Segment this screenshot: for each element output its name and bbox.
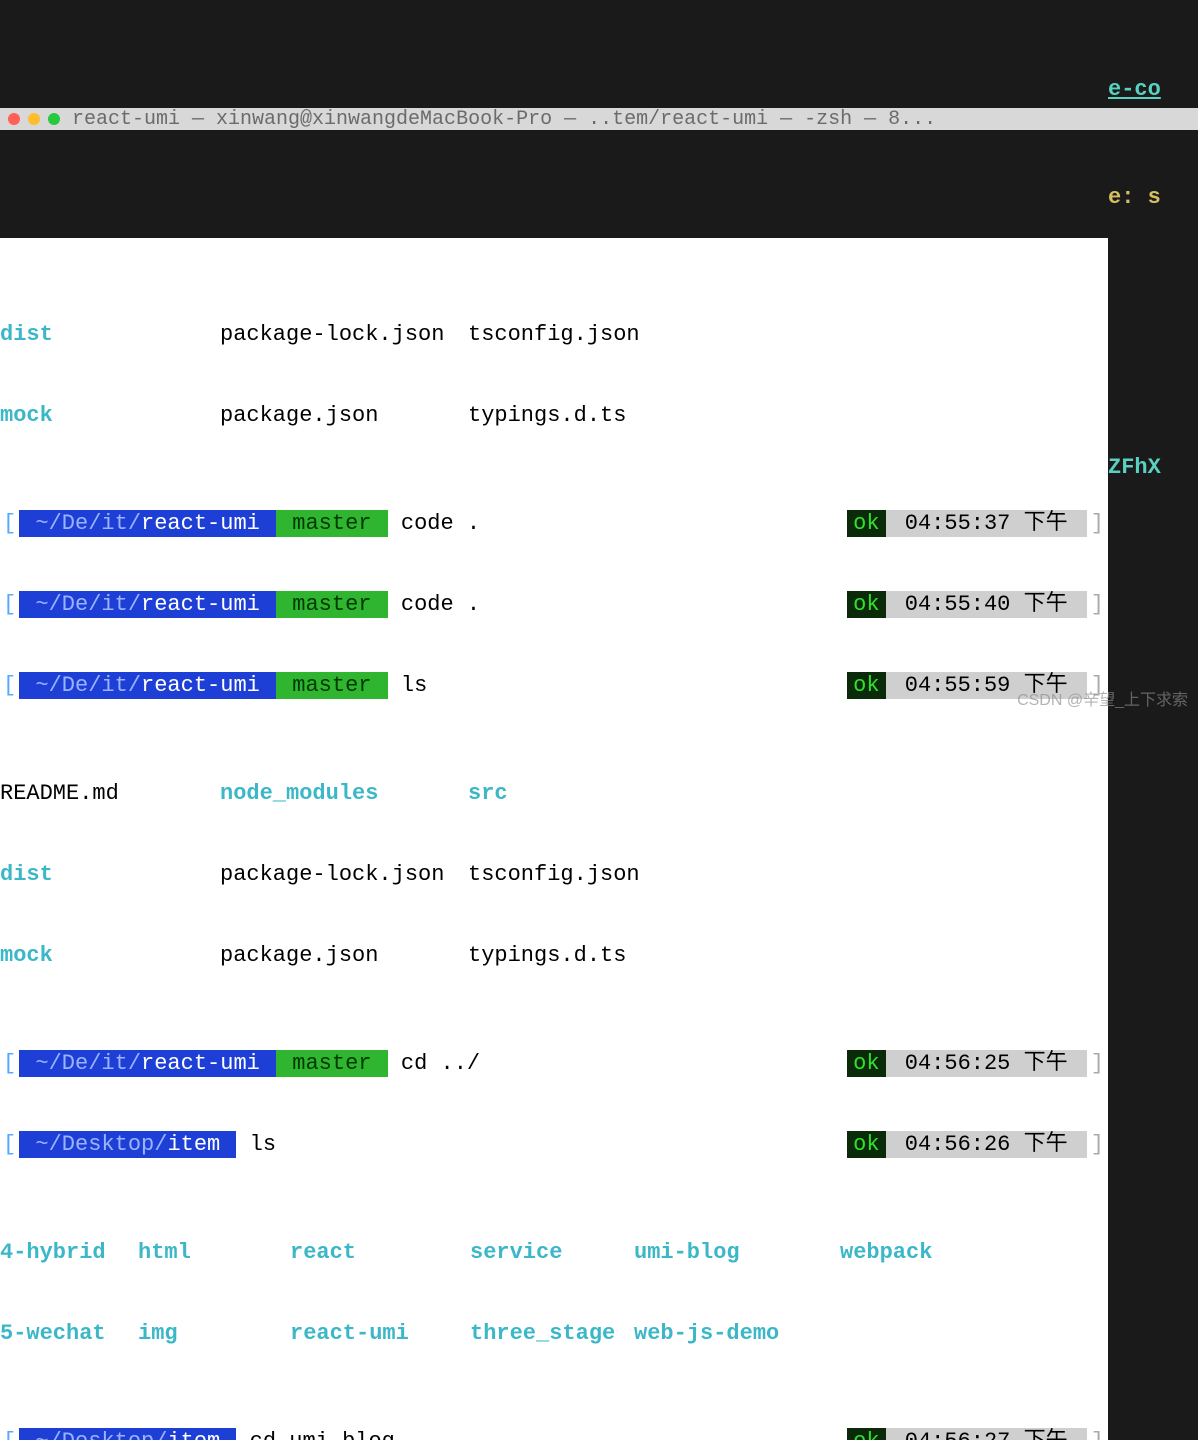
status-ok: ok <box>847 1050 885 1077</box>
git-branch: master <box>276 1050 388 1077</box>
dir-name: umi-blog <box>634 1239 840 1266</box>
dir-name: html <box>138 1239 290 1266</box>
file-name: package-lock.json <box>220 321 468 348</box>
prompt-line: [ ~/De/it/react-umi master code .ok 04:5… <box>0 510 1108 537</box>
git-branch: master <box>276 510 388 537</box>
dir-name: service <box>470 1239 634 1266</box>
bg-text-1: e-co <box>1108 76 1161 103</box>
ls-output-row: README.mdnode_modulessrc <box>0 780 1108 807</box>
timestamp: 04:56:25 下午 <box>886 1050 1087 1077</box>
prompt-path: ~/Desktop/item <box>19 1428 236 1440</box>
dir-name: node_modules <box>220 780 468 807</box>
dir-name: mock <box>0 942 220 969</box>
timestamp: 04:55:37 下午 <box>886 510 1087 537</box>
file-name: typings.d.ts <box>468 942 626 969</box>
command: code . <box>388 591 480 618</box>
status-ok: ok <box>847 672 885 699</box>
bg-text-3: ZFhX <box>1108 454 1161 481</box>
watermark: CSDN @辛望_上下求索 <box>1017 687 1188 714</box>
prompt-path: ~/De/it/react-umi <box>19 672 276 699</box>
git-branch: master <box>276 672 388 699</box>
dir-name: img <box>138 1320 290 1347</box>
zoom-icon[interactable] <box>48 113 60 125</box>
background-editor: e-co e: s ZFhX <box>1108 22 1161 508</box>
dir-name: react-umi <box>290 1320 470 1347</box>
file-name: package-lock.json <box>220 861 468 888</box>
file-name: README.md <box>0 780 220 807</box>
command: ls <box>236 1131 276 1158</box>
file-name: tsconfig.json <box>468 321 640 348</box>
prompt-path: ~/De/it/react-umi <box>19 591 276 618</box>
dir-name: webpack <box>840 1239 932 1266</box>
minimize-icon[interactable] <box>28 113 40 125</box>
bg-text-2: e: s <box>1108 185 1161 210</box>
status-ok: ok <box>847 1428 885 1440</box>
file-name: typings.d.ts <box>468 402 626 429</box>
window-title: react-umi — xinwang@xinwangdeMacBook-Pro… <box>72 106 936 133</box>
prompt-path: ~/Desktop/item <box>19 1131 236 1158</box>
ls-output-row: distpackage-lock.jsontsconfig.json <box>0 861 1108 888</box>
command: ls <box>388 672 428 699</box>
dir-name: 4-hybrid <box>0 1239 138 1266</box>
command: cd umi-blog <box>236 1428 394 1440</box>
status-ok: ok <box>847 510 885 537</box>
traffic-lights <box>8 113 60 125</box>
window-titlebar: react-umi — xinwang@xinwangdeMacBook-Pro… <box>0 108 1198 130</box>
command: cd ../ <box>388 1050 480 1077</box>
close-icon[interactable] <box>8 113 20 125</box>
file-name: tsconfig.json <box>468 861 640 888</box>
status-ok: ok <box>847 1131 885 1158</box>
terminal[interactable]: distpackage-lock.jsontsconfig.json mockp… <box>0 238 1108 1440</box>
prompt-path: ~/De/it/react-umi <box>19 1050 276 1077</box>
dir-name: react <box>290 1239 470 1266</box>
timestamp: 04:56:27 下午 <box>886 1428 1087 1440</box>
dir-name: web-js-demo <box>634 1320 779 1347</box>
dir-name: dist <box>0 321 220 348</box>
prompt-line: [ ~/Desktop/item cd umi-blogok 04:56:27 … <box>0 1428 1108 1440</box>
prompt-line: [ ~/De/it/react-umi master lsok 04:55:59… <box>0 672 1108 699</box>
git-branch: master <box>276 591 388 618</box>
timestamp: 04:56:26 下午 <box>886 1131 1087 1158</box>
ls-output-row: distpackage-lock.jsontsconfig.json <box>0 321 1108 348</box>
dir-name: src <box>468 780 508 807</box>
dir-name: mock <box>0 402 220 429</box>
ls-output-row: 4-hybridhtmlreactserviceumi-blogwebpack <box>0 1239 1108 1266</box>
ls-output-row: mockpackage.jsontypings.d.ts <box>0 402 1108 429</box>
dir-name: three_stage <box>470 1320 634 1347</box>
ls-output-row: mockpackage.jsontypings.d.ts <box>0 942 1108 969</box>
command: code . <box>388 510 480 537</box>
prompt-path: ~/De/it/react-umi <box>19 510 276 537</box>
file-name: package.json <box>220 942 468 969</box>
prompt-line: [ ~/De/it/react-umi master cd ../ok 04:5… <box>0 1050 1108 1077</box>
ls-output-row: 5-wechatimgreact-umithree_stageweb-js-de… <box>0 1320 1108 1347</box>
dir-name: dist <box>0 861 220 888</box>
status-ok: ok <box>847 591 885 618</box>
prompt-line: [ ~/Desktop/item lsok 04:56:26 下午 ] <box>0 1131 1108 1158</box>
dir-name: 5-wechat <box>0 1320 138 1347</box>
timestamp: 04:55:40 下午 <box>886 591 1087 618</box>
prompt-line: [ ~/De/it/react-umi master code .ok 04:5… <box>0 591 1108 618</box>
file-name: package.json <box>220 402 468 429</box>
